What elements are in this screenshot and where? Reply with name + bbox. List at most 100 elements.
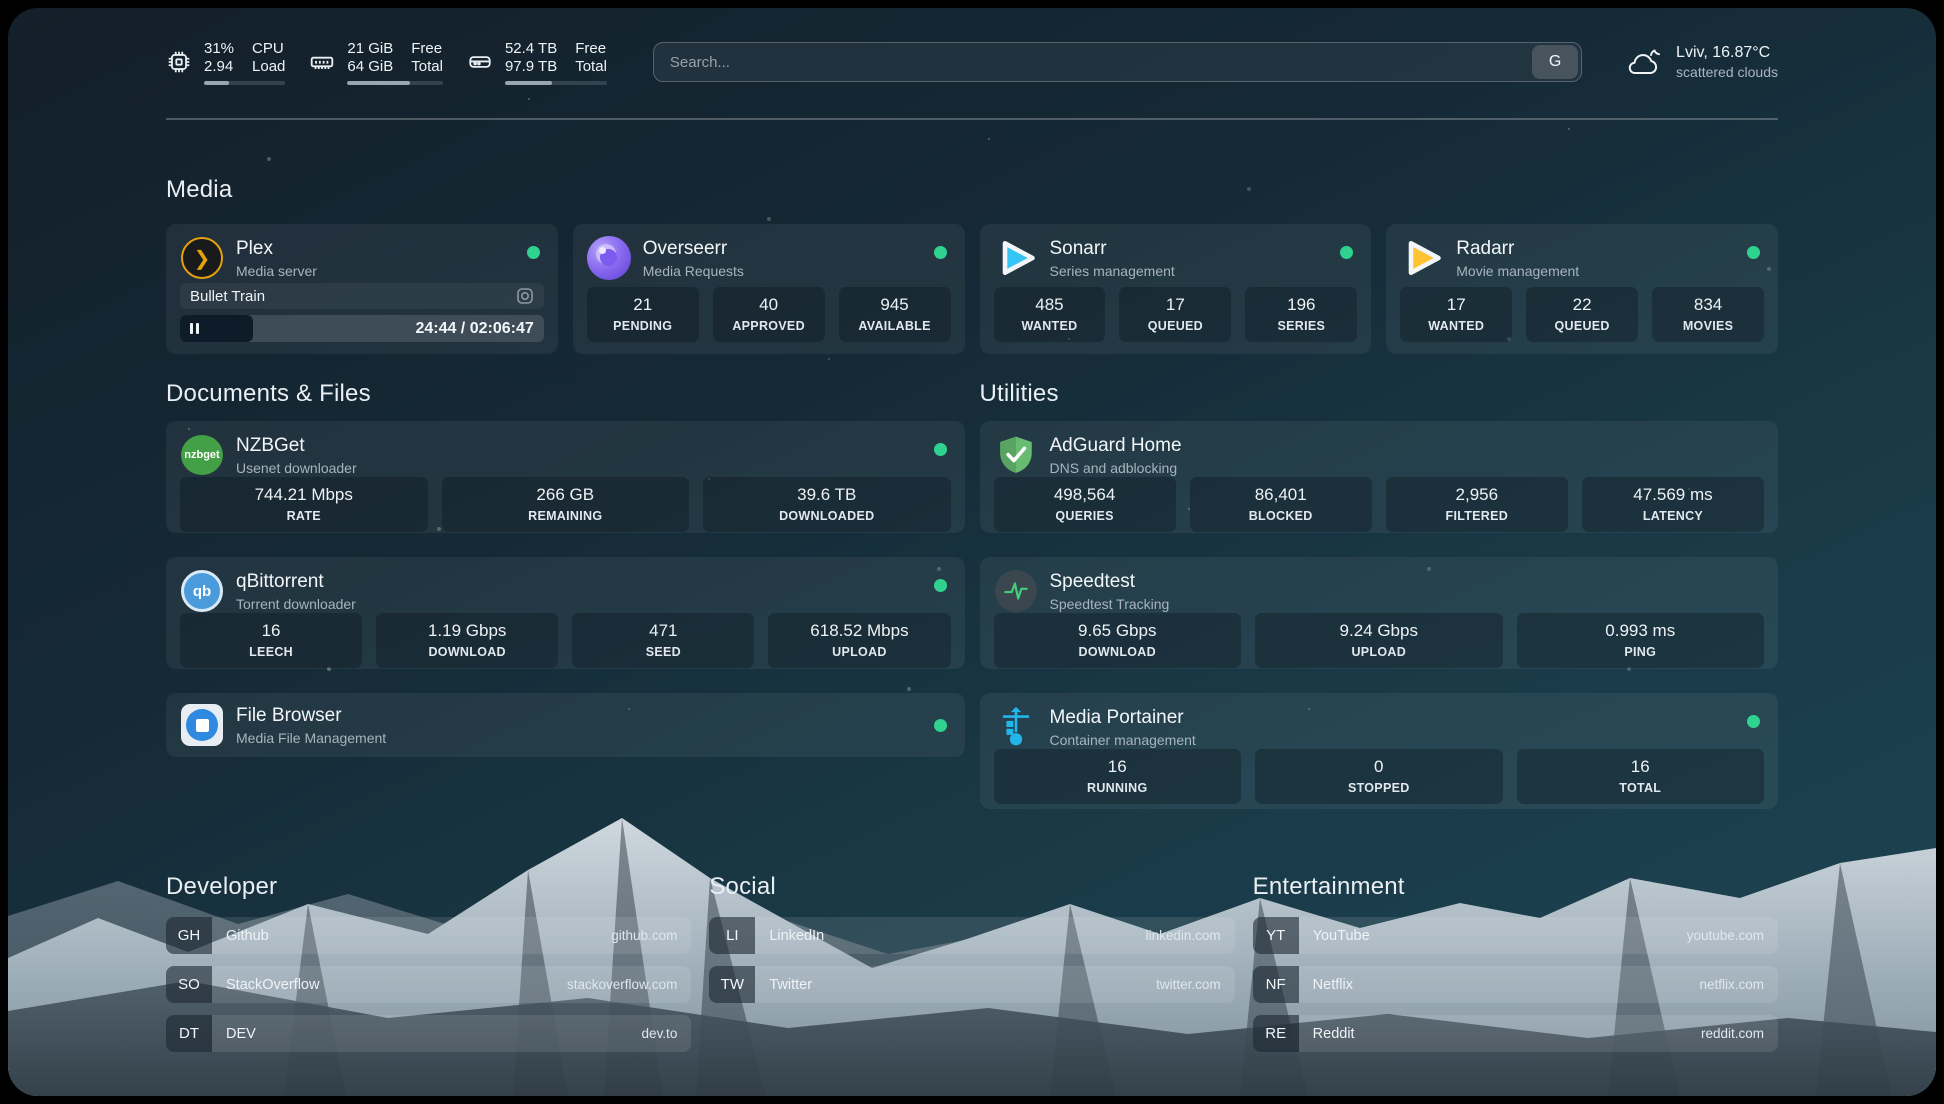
memory-total-label: Total: [411, 58, 443, 76]
bookmark-dev[interactable]: DT DEV dev.to: [166, 1015, 691, 1052]
bookmark-abbr: YT: [1253, 917, 1299, 954]
cpu-progress-bar: [204, 81, 285, 85]
stat-block: 744.21 Mbps RATE: [180, 477, 428, 532]
now-playing-session-icon[interactable]: [516, 287, 534, 305]
stat-block: 266 GB REMAINING: [442, 477, 690, 532]
bookmark-group-social: Social LI LinkedIn linkedin.com TW Twitt…: [709, 873, 1234, 1052]
section-title-social: Social: [709, 873, 1234, 901]
stat-block: 1.19 Gbps DOWNLOAD: [376, 613, 558, 668]
service-subtitle: Torrent downloader: [236, 596, 356, 612]
now-playing-title: Bullet Train: [190, 288, 265, 305]
cpu-icon: [166, 49, 192, 75]
memory-icon: [309, 49, 335, 75]
bookmark-abbr: NF: [1253, 966, 1299, 1003]
stat-block: 945 AVAILABLE: [839, 287, 951, 342]
stat-block: 485 WANTED: [994, 287, 1106, 342]
bookmark-abbr: SO: [166, 966, 212, 1003]
service-title: Media Portainer: [1050, 707, 1196, 729]
weather-summary: Lviv, 16.87°C: [1676, 44, 1778, 62]
plex-now-playing-widget: Bullet Train 24:44 / 02:06:47: [180, 283, 544, 342]
stat-block: 17 WANTED: [1400, 287, 1512, 342]
stat-block: 196 SERIES: [1245, 287, 1357, 342]
stat-block: 86,401 BLOCKED: [1190, 477, 1372, 532]
weather-widget[interactable]: Lviv, 16.87°C scattered clouds: [1624, 44, 1778, 80]
qbittorrent-icon: qb: [180, 569, 224, 613]
service-subtitle: Movie management: [1456, 263, 1579, 279]
service-card-sonarr[interactable]: Sonarr Series management 485 WANTED 17 Q…: [980, 224, 1372, 354]
bookmark-name: Reddit: [1299, 1026, 1701, 1042]
bookmark-name: Netflix: [1299, 977, 1700, 993]
service-subtitle: Container management: [1050, 732, 1196, 748]
pause-icon: [190, 323, 199, 334]
bookmark-url: dev.to: [642, 1026, 692, 1041]
topbar-divider: [166, 118, 1778, 120]
service-card-qbittorrent[interactable]: qb qBittorrent Torrent downloader 16 LEE…: [166, 557, 965, 669]
cpu-widget: 31% 2.94 CPU Load: [166, 40, 285, 85]
bookmark-abbr: GH: [166, 917, 212, 954]
service-title: File Browser: [236, 705, 386, 727]
stat-block: 9.65 Gbps DOWNLOAD: [994, 613, 1242, 668]
utilities-column: Utilities AdGuard Home: [980, 380, 1779, 809]
search-bar: G: [653, 42, 1582, 82]
bookmark-name: Twitter: [755, 977, 1156, 993]
service-title: Sonarr: [1050, 238, 1175, 260]
radarr-icon: [1400, 236, 1444, 280]
stat-block: 47.569 ms LATENCY: [1582, 477, 1764, 532]
nzbget-icon: nzbget: [180, 433, 224, 477]
service-subtitle: Speedtest Tracking: [1050, 596, 1170, 612]
snow-particles: [8, 8, 10, 10]
playback-progress-bar[interactable]: 24:44 / 02:06:47: [180, 315, 544, 342]
speedtest-icon: [994, 569, 1038, 613]
bookmark-twitter[interactable]: TW Twitter twitter.com: [709, 966, 1234, 1003]
service-card-speedtest[interactable]: Speedtest Speedtest Tracking 9.65 Gbps D…: [980, 557, 1779, 669]
bookmark-name: LinkedIn: [755, 928, 1145, 944]
service-subtitle: DNS and adblocking: [1050, 460, 1182, 476]
stat-block: 16 TOTAL: [1517, 749, 1765, 804]
service-subtitle: Media server: [236, 263, 317, 279]
section-title-developer: Developer: [166, 873, 691, 901]
top-bar: 31% 2.94 CPU Load: [166, 38, 1778, 86]
status-dot: [934, 443, 947, 456]
service-card-portainer[interactable]: Media Portainer Container management 16 …: [980, 693, 1779, 809]
bookmark-reddit[interactable]: RE Reddit reddit.com: [1253, 1015, 1778, 1052]
service-card-plex[interactable]: ❯ Plex Media server Bullet Train: [166, 224, 558, 354]
bookmark-abbr: LI: [709, 917, 755, 954]
status-dot: [527, 246, 540, 259]
bookmark-group-developer: Developer GH Github github.com SO StackO…: [166, 873, 691, 1052]
stat-block: 618.52 Mbps UPLOAD: [768, 613, 950, 668]
disk-total-value: 97.9 TB: [505, 58, 557, 76]
disk-widget: 52.4 TB 97.9 TB Free Total: [467, 40, 607, 85]
stat-block: 0 STOPPED: [1255, 749, 1503, 804]
status-dot: [1747, 715, 1760, 728]
service-title: Speedtest: [1050, 571, 1170, 593]
bookmark-github[interactable]: GH Github github.com: [166, 917, 691, 954]
stat-block: 2,956 FILTERED: [1386, 477, 1568, 532]
memory-widget: 21 GiB 64 GiB Free Total: [309, 40, 443, 85]
service-card-overseerr[interactable]: Overseerr Media Requests 21 PENDING 40 A…: [573, 224, 965, 354]
search-input[interactable]: [654, 54, 1532, 71]
status-dot: [934, 246, 947, 259]
cpu-load-label: Load: [252, 58, 285, 76]
service-card-filebrowser[interactable]: File Browser Media File Management: [166, 693, 965, 757]
bookmark-abbr: TW: [709, 966, 755, 1003]
cloud-moon-icon: [1624, 45, 1664, 79]
service-card-nzbget[interactable]: nzbget NZBGet Usenet downloader 744.21 M…: [166, 421, 965, 533]
bookmark-netflix[interactable]: NF Netflix netflix.com: [1253, 966, 1778, 1003]
adguard-icon: [994, 433, 1038, 477]
bookmark-stackoverflow[interactable]: SO StackOverflow stackoverflow.com: [166, 966, 691, 1003]
plex-icon: ❯: [180, 236, 224, 280]
documents-column: Documents & Files nzbget NZBGet Usenet d…: [166, 380, 965, 809]
service-card-adguard[interactable]: AdGuard Home DNS and adblocking 498,564 …: [980, 421, 1779, 533]
bookmark-linkedin[interactable]: LI LinkedIn linkedin.com: [709, 917, 1234, 954]
search-provider-button[interactable]: G: [1532, 45, 1578, 79]
bookmark-youtube[interactable]: YT YouTube youtube.com: [1253, 917, 1778, 954]
service-card-radarr[interactable]: Radarr Movie management 17 WANTED 22 QUE…: [1386, 224, 1778, 354]
memory-free-value: 21 GiB: [347, 40, 393, 58]
service-subtitle: Usenet downloader: [236, 460, 357, 476]
service-subtitle: Media Requests: [643, 263, 744, 279]
service-title: NZBGet: [236, 435, 357, 457]
section-title-utilities: Utilities: [980, 380, 1779, 408]
stat-block: 16 LEECH: [180, 613, 362, 668]
bookmark-name: Github: [212, 928, 611, 944]
bookmark-name: YouTube: [1299, 928, 1687, 944]
